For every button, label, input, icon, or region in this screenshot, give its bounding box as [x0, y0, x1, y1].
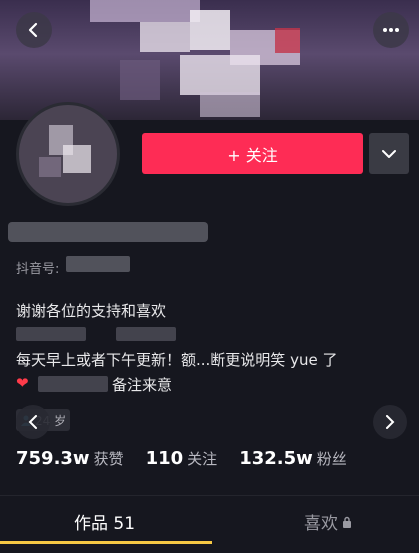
back-button[interactable]: [16, 12, 52, 48]
lock-icon: [343, 516, 351, 528]
heart-icon: ❤: [16, 374, 29, 392]
stat-following[interactable]: 110 关注: [146, 448, 218, 469]
nickname-redacted: [8, 222, 208, 242]
avatar[interactable]: [16, 102, 120, 206]
following-label: 关注: [187, 450, 218, 468]
stat-likes[interactable]: 759.3w 获赞: [16, 448, 124, 469]
chevron-right-icon: [386, 415, 395, 429]
chevron-left-icon: [28, 415, 37, 429]
tab-works[interactable]: 作品 51: [74, 509, 135, 534]
bio-line: 备注来意: [112, 376, 173, 394]
likes-count: 759.3w: [16, 448, 90, 469]
cover-pixel: [120, 60, 160, 100]
prev-arrow-button[interactable]: [16, 405, 50, 439]
douyin-id-redacted: [66, 256, 130, 272]
follow-label: + 关注: [227, 145, 278, 165]
chevron-left-icon: [28, 22, 38, 38]
profile-stats: 759.3w 获赞 110 关注 132.5w 粉丝: [16, 448, 369, 469]
bio-line: 谢谢各位的支持和喜欢: [16, 302, 167, 320]
more-options-button[interactable]: [373, 12, 409, 48]
active-tab-indicator: [0, 541, 212, 544]
cover-pixel: [200, 92, 260, 117]
recommend-dropdown-button[interactable]: [369, 133, 409, 174]
cover-pixel: [90, 0, 200, 22]
follow-button[interactable]: + 关注: [142, 133, 363, 174]
cover-pixel: [140, 22, 190, 52]
profile-tabs: 作品 51 喜欢: [0, 495, 419, 553]
bio-redacted: [38, 376, 108, 392]
bio-redacted: [116, 327, 176, 341]
next-arrow-button[interactable]: [373, 405, 407, 439]
tab-likes[interactable]: 喜欢: [304, 509, 352, 534]
cover-pixel: [190, 10, 230, 50]
followers-count: 132.5w: [239, 448, 313, 469]
likes-label: 获赞: [93, 450, 124, 468]
douyin-id-label: 抖音号:: [16, 262, 60, 277]
ellipsis-icon: [383, 28, 399, 32]
cover-pixel: [275, 28, 300, 53]
chevron-down-icon: [382, 149, 396, 158]
cover-pixel: [180, 55, 260, 95]
bio-redacted: [16, 327, 86, 341]
stat-followers[interactable]: 132.5w 粉丝: [239, 448, 347, 469]
followers-label: 粉丝: [316, 450, 347, 468]
tab-likes-label: 喜欢: [304, 514, 338, 534]
bio-line: 每天早上或者下午更新！额...断更说明笑 yue 了: [16, 351, 338, 369]
following-count: 110: [145, 448, 184, 469]
